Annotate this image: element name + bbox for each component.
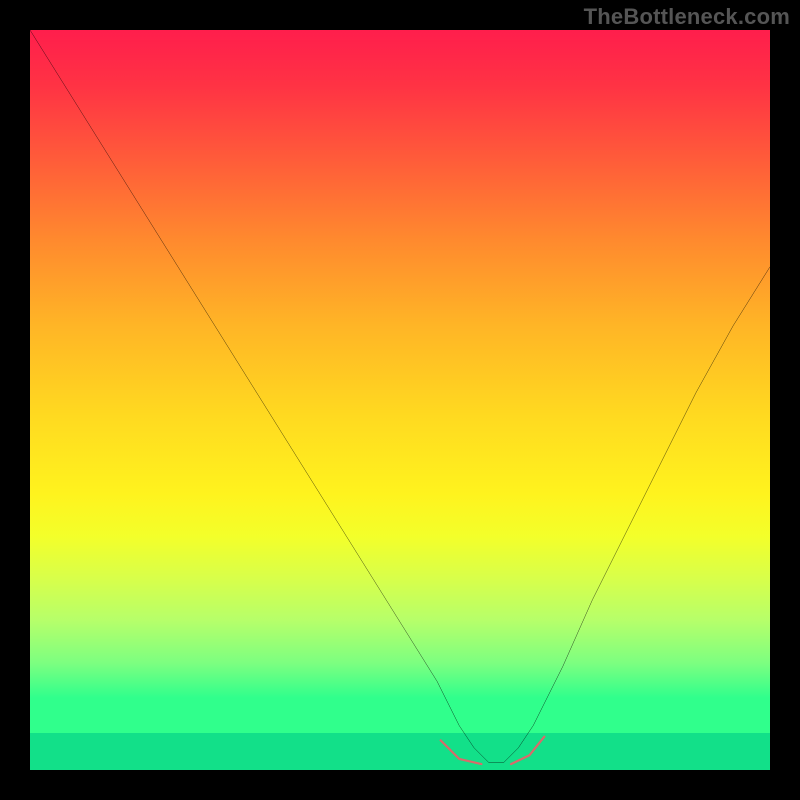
watermark-text: TheBottleneck.com [584, 4, 790, 30]
chart-frame: TheBottleneck.com [0, 0, 800, 800]
curve-layer [30, 30, 770, 770]
bottleneck-curve [30, 30, 770, 763]
plot-area [30, 30, 770, 770]
optimal-marker-left [441, 740, 482, 764]
